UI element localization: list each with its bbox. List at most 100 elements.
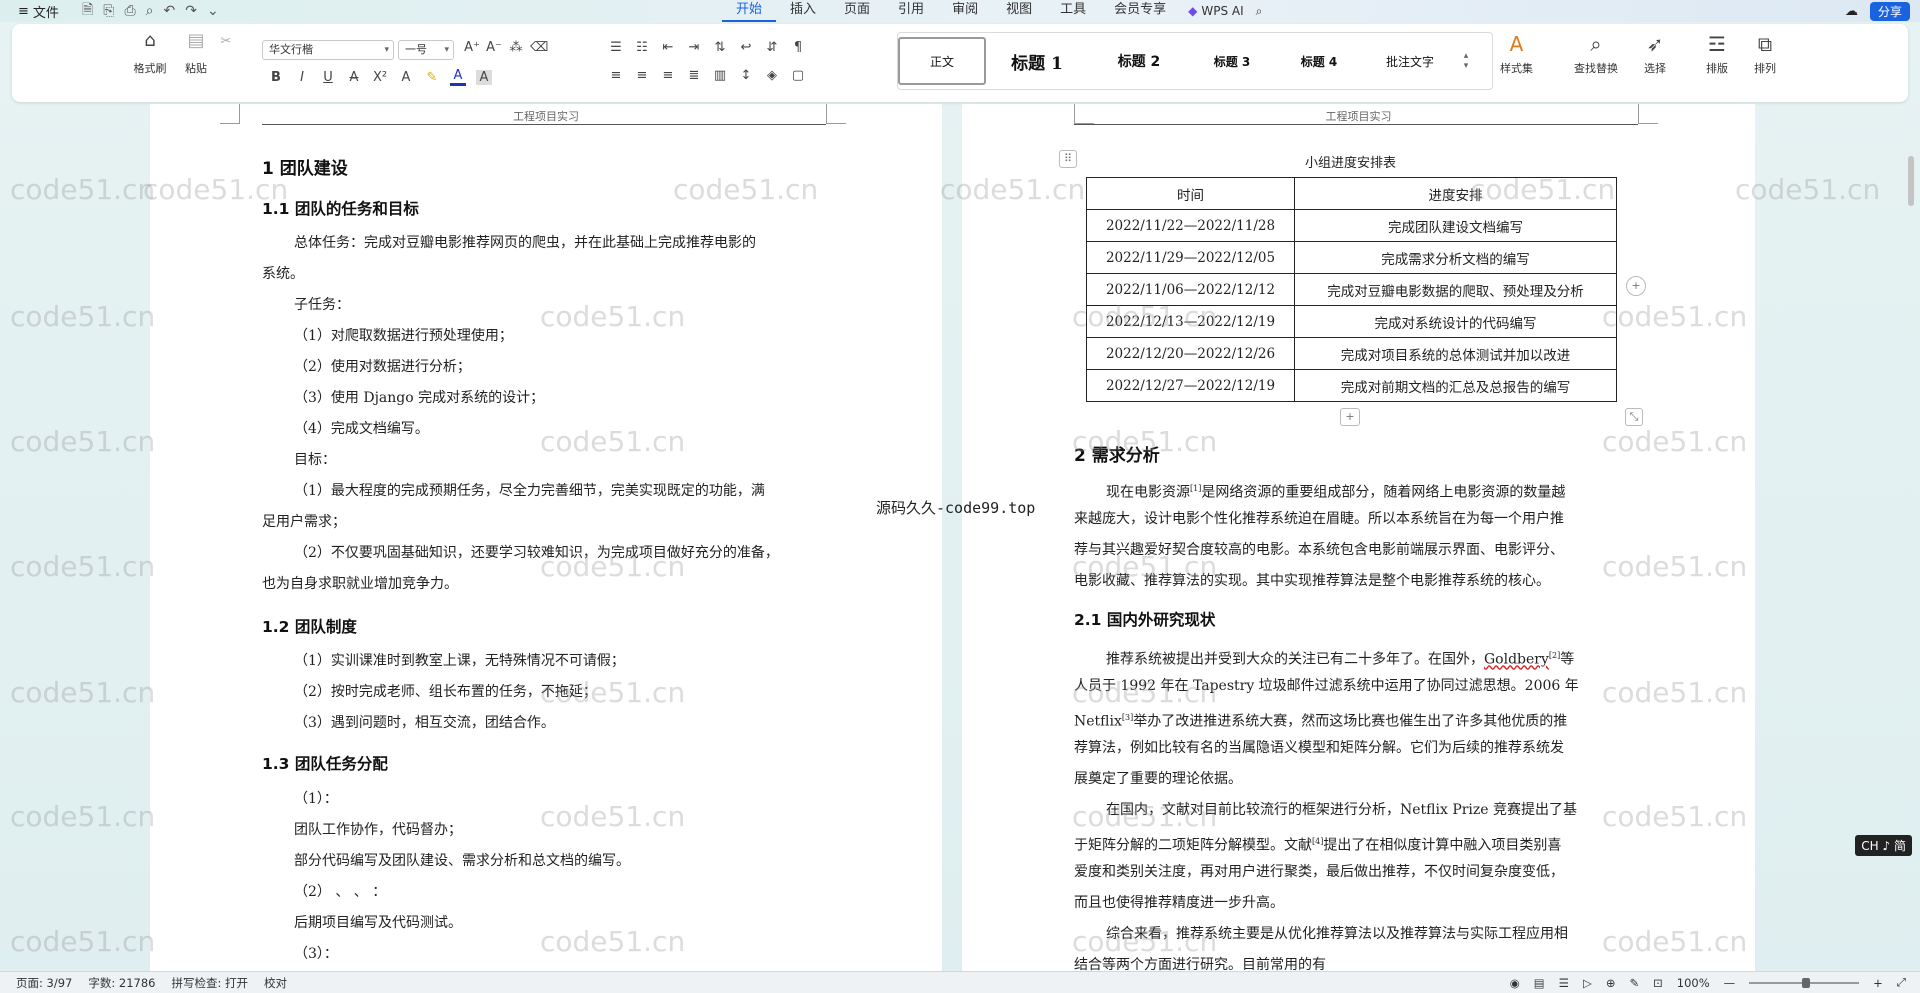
- fullscreen-icon[interactable]: ⤢: [1897, 975, 1906, 990]
- border-icon[interactable]: ▢: [790, 68, 806, 83]
- table-cell[interactable]: 2022/11/06—2022/12/12: [1086, 273, 1295, 306]
- table-cell[interactable]: 完成需求分析文档的编写: [1294, 241, 1617, 274]
- spell-check-toggle[interactable]: 拼写检查: 打开: [171, 975, 248, 991]
- page-count[interactable]: 页面: 3/97: [16, 975, 72, 991]
- fit-page-icon[interactable]: ⊡: [1653, 976, 1663, 990]
- table-cell[interactable]: 完成对项目系统的总体测试并加以改进: [1294, 337, 1617, 370]
- eye-icon[interactable]: ◉: [1510, 976, 1520, 990]
- highlight-icon[interactable]: ✎: [424, 70, 440, 85]
- align-center-icon[interactable]: ≡: [634, 68, 650, 83]
- outline-view-icon[interactable]: ☰: [1559, 976, 1569, 990]
- line-break-icon[interactable]: ↩: [738, 40, 754, 55]
- wps-ai-button[interactable]: ◆ WPS AI ⌕: [1188, 4, 1262, 19]
- customize-chevron-icon[interactable]: ⌄: [207, 3, 219, 19]
- zoom-slider-knob[interactable]: [1802, 977, 1811, 988]
- tab-home[interactable]: 开始: [722, 0, 777, 22]
- line-spacing-icon[interactable]: ↕: [738, 68, 754, 83]
- arrange-button[interactable]: ⧉ 排列: [1754, 32, 1776, 76]
- word-count[interactable]: 字数: 21786: [88, 975, 155, 991]
- citation-ref[interactable]: [4]: [1312, 837, 1323, 846]
- zoom-in-icon[interactable]: +: [1873, 976, 1883, 990]
- zoom-slider[interactable]: [1749, 977, 1860, 988]
- export-icon[interactable]: ⎘: [103, 3, 114, 19]
- tab-insert[interactable]: 插入: [776, 0, 830, 22]
- style-normal[interactable]: 正文: [898, 37, 986, 85]
- text-effect-icon[interactable]: A: [398, 70, 414, 85]
- search-icon[interactable]: ⌕: [1256, 4, 1263, 19]
- play-icon[interactable]: ▷: [1583, 976, 1592, 990]
- strikethrough-icon[interactable]: A: [346, 70, 362, 85]
- font-name-select[interactable]: 华文行楷 ▾: [262, 40, 394, 60]
- undo-icon[interactable]: ↶: [164, 3, 176, 19]
- citation-ref[interactable]: [3]: [1122, 713, 1133, 722]
- redo-icon[interactable]: ↷: [185, 3, 197, 19]
- increase-indent-icon[interactable]: ⇥: [686, 40, 702, 55]
- style-comment-text[interactable]: 批注文字: [1364, 37, 1456, 85]
- select-button[interactable]: ➶ 选择: [1644, 32, 1666, 76]
- tab-tools[interactable]: 工具: [1046, 0, 1100, 22]
- table-cell[interactable]: 2022/12/27—2022/12/19: [1086, 369, 1295, 402]
- print-icon[interactable]: ⎙: [124, 3, 135, 19]
- print-preview-icon[interactable]: ⌕: [146, 3, 154, 19]
- font-color-icon[interactable]: A: [450, 68, 466, 86]
- zoom-out-icon[interactable]: —: [1724, 976, 1736, 990]
- grow-font-icon[interactable]: A⁺: [464, 40, 480, 55]
- table-cell[interactable]: 完成对系统设计的代码编写: [1294, 305, 1617, 338]
- ime-indicator[interactable]: CH ♪ 简: [1855, 835, 1912, 856]
- add-column-icon[interactable]: +: [1626, 276, 1646, 296]
- web-view-icon[interactable]: ⊕: [1606, 976, 1616, 990]
- style-heading-2[interactable]: 标题 2: [1088, 37, 1190, 85]
- zoom-level[interactable]: 100%: [1677, 976, 1710, 990]
- scrollbar-thumb[interactable]: [1908, 156, 1914, 206]
- tab-view[interactable]: 视图: [992, 0, 1046, 22]
- page-view-icon[interactable]: ▤: [1534, 976, 1545, 990]
- style-set-button[interactable]: A 样式集: [1500, 32, 1533, 76]
- table-cell[interactable]: 完成对豆瓣电影数据的爬取、预处理及分析: [1294, 273, 1617, 306]
- show-marks-icon[interactable]: ¶: [790, 40, 806, 55]
- numbered-list-icon[interactable]: ☷: [634, 40, 650, 55]
- style-heading-4[interactable]: 标题 4: [1274, 37, 1364, 85]
- text-direction-icon[interactable]: ⇅: [712, 40, 728, 55]
- table-cell[interactable]: 2022/11/29—2022/12/05: [1086, 241, 1295, 274]
- layout-button[interactable]: ☲ 排版: [1706, 32, 1728, 76]
- tab-review[interactable]: 审阅: [938, 0, 992, 22]
- align-left-icon[interactable]: ≡: [608, 68, 624, 83]
- italic-icon[interactable]: I: [294, 70, 310, 85]
- cut-icon[interactable]: ✂: [218, 34, 234, 49]
- decrease-indent-icon[interactable]: ⇤: [660, 40, 676, 55]
- format-painter-button[interactable]: ⌂ 格式刷: [130, 30, 170, 76]
- align-right-icon[interactable]: ≡: [660, 68, 676, 83]
- table-header-cell[interactable]: 时间: [1086, 177, 1295, 210]
- table-cell[interactable]: 2022/12/20—2022/12/26: [1086, 337, 1295, 370]
- justify-icon[interactable]: ≣: [686, 68, 702, 83]
- table-cell[interactable]: 2022/11/22—2022/11/28: [1086, 209, 1295, 242]
- font-size-select[interactable]: 一号 ▾: [398, 40, 454, 60]
- bold-icon[interactable]: B: [268, 70, 284, 85]
- citation-ref[interactable]: [1]: [1190, 484, 1201, 493]
- find-replace-button[interactable]: ⌕ 查找替换: [1574, 32, 1618, 76]
- superscript-icon[interactable]: X²: [372, 70, 388, 85]
- table-header-cell[interactable]: 进度安排: [1294, 177, 1617, 210]
- table-cell[interactable]: 完成团队建设文档编写: [1294, 209, 1617, 242]
- citation-ref[interactable]: [2]: [1549, 651, 1560, 660]
- table-cell[interactable]: 2022/12/13—2022/12/19: [1086, 305, 1295, 338]
- proofread-button[interactable]: 校对: [264, 975, 287, 991]
- cloud-icon[interactable]: ☁: [1845, 4, 1858, 19]
- phonetic-icon[interactable]: ⁂: [508, 40, 524, 55]
- add-row-icon[interactable]: +: [1340, 408, 1360, 426]
- shading-icon[interactable]: ◈: [764, 68, 780, 83]
- style-heading-1[interactable]: 标题 1: [986, 37, 1088, 85]
- styles-scroll[interactable]: ▴ ▾: [1456, 51, 1476, 71]
- pen-icon[interactable]: ✎: [1629, 976, 1639, 990]
- file-menu[interactable]: ≡ 文件: [0, 2, 82, 21]
- paste-button[interactable]: ▤ 粘贴: [176, 30, 216, 76]
- table-resize-handle-icon[interactable]: ⤡: [1625, 408, 1643, 426]
- tab-member[interactable]: 会员专享: [1100, 0, 1180, 22]
- table-move-handle-icon[interactable]: ⠿: [1059, 150, 1077, 168]
- save-icon[interactable]: 🗎: [82, 0, 93, 23]
- share-button[interactable]: 分享: [1869, 1, 1910, 21]
- tab-reference[interactable]: 引用: [884, 0, 938, 22]
- shrink-font-icon[interactable]: A⁻: [486, 40, 502, 55]
- bullet-list-icon[interactable]: ☰: [608, 40, 624, 55]
- clear-format-icon[interactable]: ⌫: [530, 40, 548, 55]
